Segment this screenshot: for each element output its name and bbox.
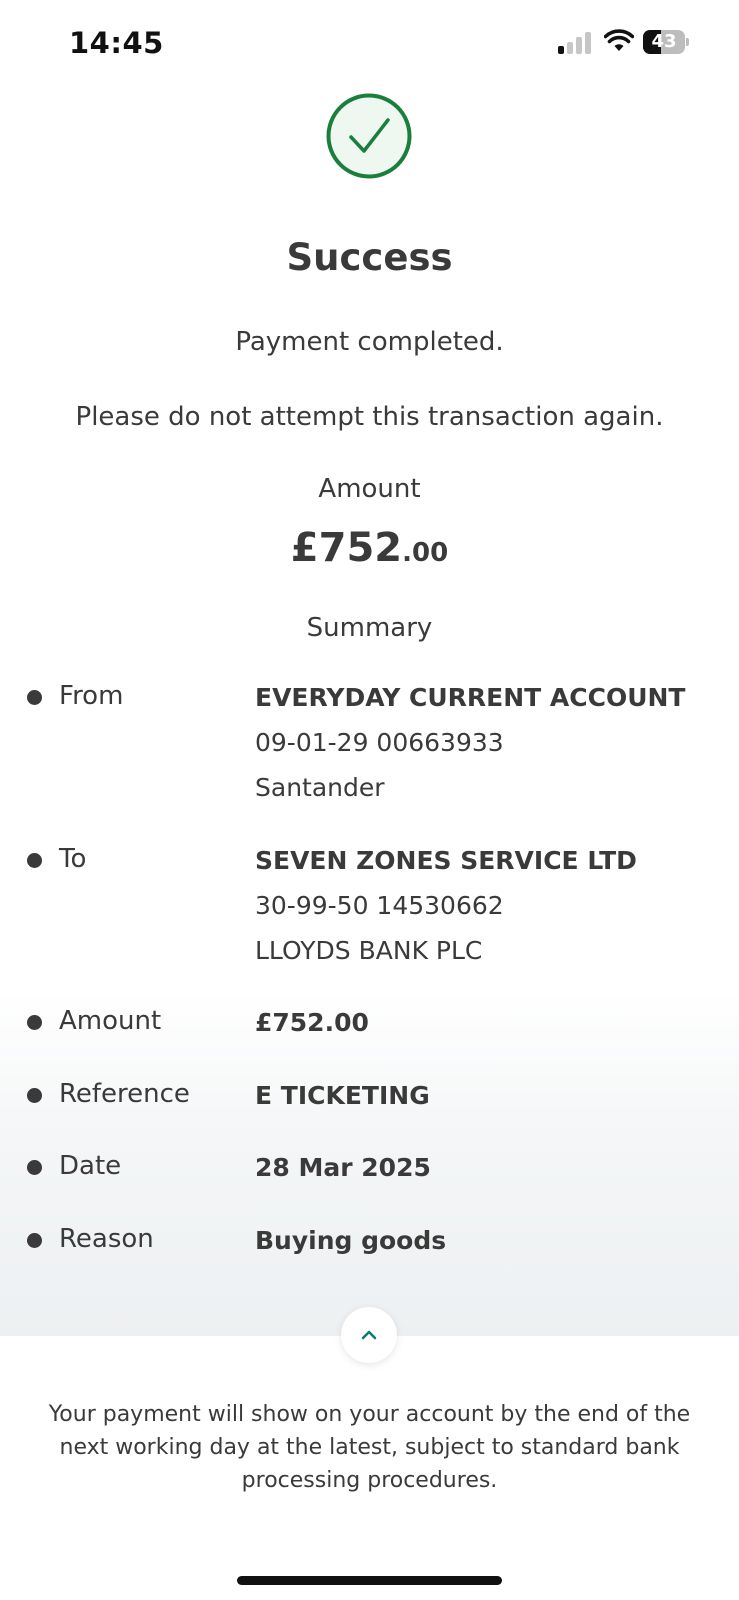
page-title: Success — [286, 236, 453, 279]
from-label: From — [59, 681, 124, 711]
bullet-icon — [27, 1233, 42, 1248]
to-account-number: 30-99-50 14530662 — [255, 891, 504, 920]
warning-message: Please do not attempt this transaction a… — [75, 402, 664, 432]
to-account-name: SEVEN ZONES SERVICE LTD — [255, 846, 637, 875]
reference-value: E TICKETING — [255, 1081, 430, 1110]
status-message: Payment completed. — [235, 327, 504, 357]
amount-value: £752.00 — [0, 525, 739, 571]
chevron-up-icon — [361, 1330, 377, 1340]
to-bank: LLOYDS BANK PLC — [255, 936, 483, 965]
from-bank: Santander — [255, 773, 385, 802]
summary-panel: From EVERYDAY CURRENT ACCOUNT 09-01-29 0… — [0, 672, 739, 1336]
reason-value: Buying goods — [255, 1226, 447, 1255]
bullet-icon — [27, 1015, 42, 1030]
battery-icon: 43 — [643, 30, 689, 54]
to-value: SEVEN ZONES SERVICE LTD 30-99-50 1453066… — [255, 838, 637, 973]
bullet-icon — [27, 690, 42, 705]
amount-label: Amount — [318, 474, 421, 504]
bullet-icon — [27, 853, 42, 868]
amount-main: £752 — [290, 525, 403, 571]
from-account-name: EVERYDAY CURRENT ACCOUNT — [255, 683, 686, 712]
from-account-number: 09-01-29 00663933 — [255, 728, 504, 757]
summary-label: Summary — [306, 613, 433, 643]
date-value: 28 Mar 2025 — [255, 1153, 431, 1182]
wifi-icon — [604, 29, 634, 51]
from-value: EVERYDAY CURRENT ACCOUNT 09-01-29 006639… — [255, 675, 685, 810]
status-bar: 14:45 43 — [0, 0, 739, 86]
reference-label: Reference — [59, 1079, 190, 1109]
bullet-icon — [27, 1160, 42, 1175]
to-label: To — [59, 844, 87, 874]
check-circle-icon — [326, 93, 412, 179]
home-indicator[interactable] — [237, 1576, 502, 1585]
amount-decimals: .00 — [402, 538, 449, 568]
processing-note: Your payment will show on your account b… — [48, 1402, 691, 1493]
amount-row-label: Amount — [59, 1006, 162, 1036]
bullet-icon — [27, 1088, 42, 1103]
reason-label: Reason — [59, 1224, 154, 1254]
battery-level: 43 — [651, 31, 677, 52]
signal-icon — [558, 32, 594, 54]
payment-success-screen: 14:45 43 Success Payment completed. Plea… — [0, 0, 739, 1600]
amount-row-value: £752.00 — [255, 1008, 369, 1037]
date-label: Date — [59, 1151, 122, 1181]
collapse-summary-button[interactable] — [341, 1307, 397, 1363]
status-time: 14:45 — [69, 26, 164, 60]
